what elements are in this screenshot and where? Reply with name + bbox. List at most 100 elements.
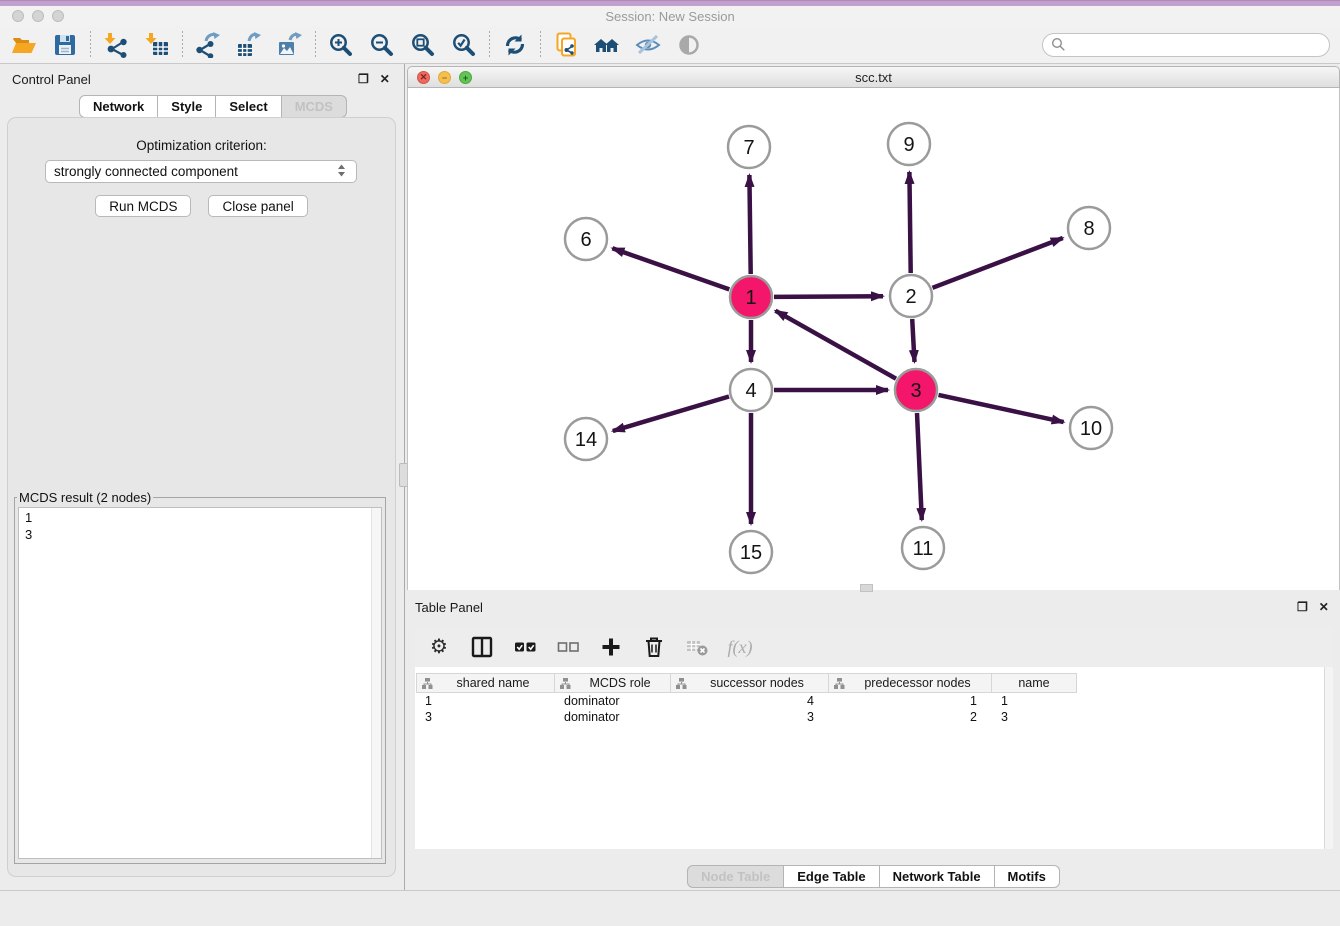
node-8[interactable]: 8 (1068, 207, 1110, 249)
table-tabbar: Node TableEdge TableNetwork TableMotifs (687, 865, 1060, 888)
cell-predecessor-nodes[interactable]: 1 (829, 693, 992, 709)
cell-shared-name[interactable]: 3 (416, 709, 555, 725)
status-bar: Memory (0, 890, 1340, 926)
svg-text:14: 14 (575, 429, 597, 451)
tab-edge-table[interactable]: Edge Table (784, 865, 879, 888)
criterion-select[interactable]: strongly connected component (45, 160, 357, 183)
svg-text:9: 9 (903, 134, 914, 156)
svg-text:7: 7 (743, 137, 754, 159)
cell-name[interactable]: 1 (992, 693, 1077, 709)
deselect-all-columns-icon[interactable] (556, 635, 580, 659)
node-2[interactable]: 2 (890, 275, 932, 317)
column-header-predecessor-nodes[interactable]: predecessor nodes (829, 673, 992, 693)
node-15[interactable]: 15 (730, 531, 772, 573)
svg-text:15: 15 (740, 542, 762, 564)
svg-text:1: 1 (745, 287, 756, 309)
tab-node-table[interactable]: Node Table (687, 865, 784, 888)
create-column-icon[interactable] (599, 635, 623, 659)
column-header-shared-name[interactable]: shared name (416, 673, 555, 693)
node-10[interactable]: 10 (1070, 407, 1112, 449)
control-panel-title: Control Panel (12, 72, 91, 87)
table-settings-gear-icon[interactable]: ⚙ (427, 635, 451, 659)
edge-2-8[interactable] (933, 238, 1063, 288)
cell-MCDS-role[interactable]: dominator (555, 693, 671, 709)
export-image-icon[interactable] (276, 31, 304, 59)
toolbar-separator (489, 31, 490, 59)
edge-1-7[interactable] (749, 175, 750, 274)
edge-4-14[interactable] (613, 397, 729, 432)
import-network-icon[interactable] (102, 31, 130, 59)
cell-name[interactable]: 3 (992, 709, 1077, 725)
table-header-row: shared nameMCDS rolesuccessor nodesprede… (416, 673, 1077, 693)
refresh-icon[interactable] (501, 31, 529, 59)
save-session-icon[interactable] (51, 31, 79, 59)
delete-column-icon[interactable] (642, 635, 666, 659)
edge-3-10[interactable] (939, 395, 1064, 422)
svg-text:2: 2 (905, 286, 916, 308)
node-14[interactable]: 14 (565, 418, 607, 460)
tab-network-table[interactable]: Network Table (880, 865, 995, 888)
column-header-name[interactable]: name (992, 673, 1077, 693)
table-panel-float-icon[interactable]: ❐ (1297, 601, 1308, 613)
tab-motifs[interactable]: Motifs (995, 865, 1060, 888)
network-canvas[interactable]: 7 9 6 8 1 2 4 3 14 10 15 11 (407, 88, 1340, 590)
zoom-fit-icon[interactable] (409, 31, 437, 59)
zoom-in-icon[interactable] (327, 31, 355, 59)
table-row[interactable]: 1dominator411 (416, 693, 1077, 709)
tab-style[interactable]: Style (158, 95, 216, 118)
zoom-selected-icon[interactable] (450, 31, 478, 59)
column-header-MCDS-role[interactable]: MCDS role (555, 673, 671, 693)
control-panel-float-icon[interactable]: ❐ (358, 73, 369, 85)
toolbar-separator (540, 31, 541, 59)
application-window: Session: New Session (0, 0, 1340, 926)
zoom-out-icon[interactable] (368, 31, 396, 59)
cell-MCDS-role[interactable]: dominator (555, 709, 671, 725)
cell-shared-name[interactable]: 1 (416, 693, 555, 709)
criterion-value: strongly connected component (54, 164, 238, 179)
attribute-icon (676, 678, 687, 689)
node-6[interactable]: 6 (565, 218, 607, 260)
home-icon[interactable] (593, 31, 621, 59)
cell-successor-nodes[interactable]: 4 (671, 693, 829, 709)
edge-3-11[interactable] (917, 413, 922, 520)
table-scrollbar[interactable] (1324, 667, 1333, 849)
tab-mcds[interactable]: MCDS (282, 95, 347, 118)
node-1[interactable]: 1 (730, 276, 772, 318)
node-9[interactable]: 9 (888, 123, 930, 165)
export-network-icon[interactable] (194, 31, 222, 59)
edge-1-2[interactable] (774, 296, 883, 297)
export-table-icon[interactable] (235, 31, 263, 59)
edge-3-1[interactable] (775, 311, 896, 379)
mcds-result-textarea[interactable]: 1 3 (18, 507, 382, 859)
result-scrollbar[interactable] (371, 508, 381, 858)
import-table-icon[interactable] (143, 31, 171, 59)
select-all-columns-icon[interactable] (513, 635, 537, 659)
open-session-icon[interactable] (10, 31, 38, 59)
search-box[interactable] (1042, 33, 1330, 57)
table-panel-close-icon[interactable]: ✕ (1319, 601, 1329, 613)
node-11[interactable]: 11 (902, 527, 944, 569)
column-header-successor-nodes[interactable]: successor nodes (671, 673, 829, 693)
cell-predecessor-nodes[interactable]: 2 (829, 709, 992, 725)
node-7[interactable]: 7 (728, 126, 770, 168)
node-4[interactable]: 4 (730, 369, 772, 411)
cell-successor-nodes[interactable]: 3 (671, 709, 829, 725)
hide-graphics-details-icon[interactable] (634, 31, 662, 59)
run-mcds-button[interactable]: Run MCDS (95, 195, 191, 217)
network-window-title: scc.txt (408, 70, 1339, 85)
tab-select[interactable]: Select (216, 95, 281, 118)
tab-network[interactable]: Network (79, 95, 158, 118)
network-window-titlebar[interactable]: ✕ − + scc.txt (407, 66, 1340, 88)
duplicate-network-icon[interactable] (552, 31, 580, 59)
edge-2-9[interactable] (909, 172, 910, 273)
network-splitter-handle[interactable] (860, 584, 873, 592)
node-3[interactable]: 3 (895, 369, 937, 411)
table-row[interactable]: 3dominator323 (416, 709, 1077, 725)
close-panel-button[interactable]: Close panel (208, 195, 307, 217)
edge-1-6[interactable] (612, 248, 729, 289)
mcds-result-title: MCDS result (2 nodes) (17, 490, 153, 505)
show-columns-icon[interactable] (470, 635, 494, 659)
edge-2-3[interactable] (912, 319, 914, 362)
control-panel-close-icon[interactable]: ✕ (380, 73, 390, 85)
search-input[interactable] (1071, 36, 1321, 53)
